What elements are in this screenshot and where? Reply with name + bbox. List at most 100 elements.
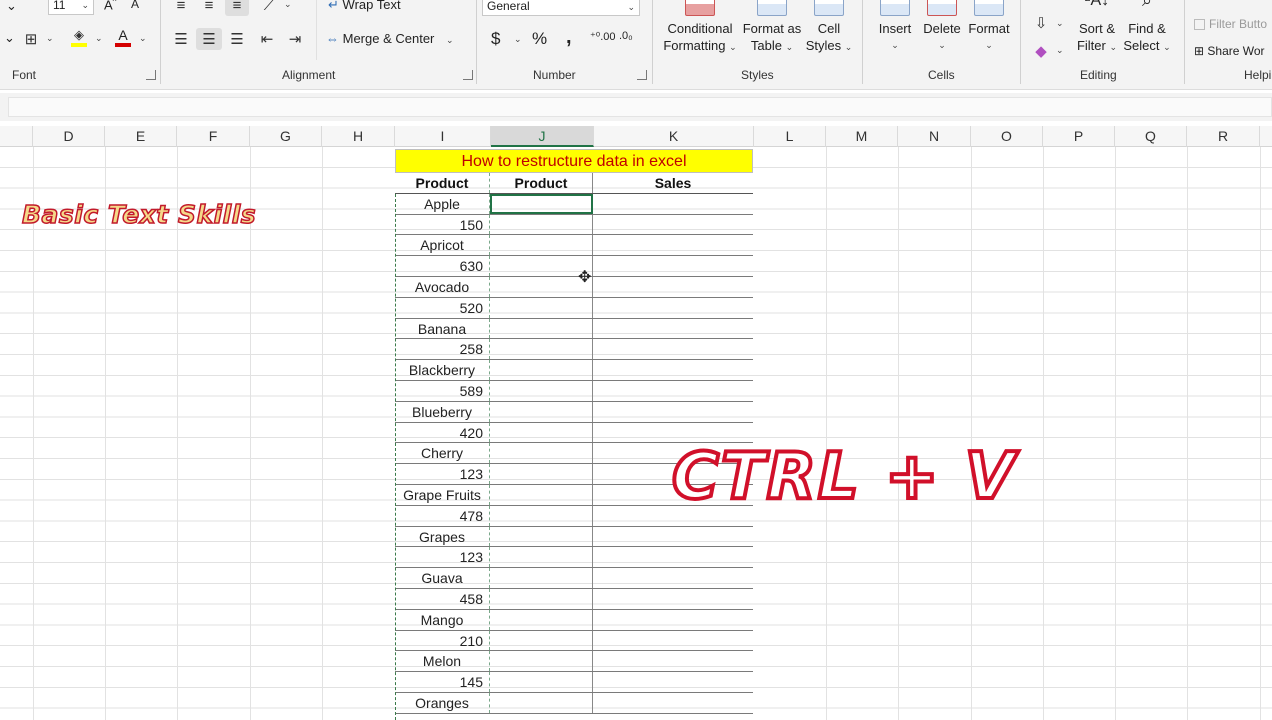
number-format-dropdown[interactable]: General ⌄ xyxy=(482,0,640,16)
product-target-cell[interactable] xyxy=(490,609,593,630)
fill-icon[interactable]: ⇩ xyxy=(1030,12,1052,34)
column-header-p[interactable]: P xyxy=(1043,126,1115,147)
sales-cell[interactable] xyxy=(593,610,753,630)
align-middle-icon[interactable]: ≡ xyxy=(198,0,220,16)
source-cell[interactable]: 589 xyxy=(395,380,490,401)
alignment-dialog-launcher-icon[interactable] xyxy=(463,70,473,80)
clear-icon[interactable]: ◆ xyxy=(1030,40,1052,62)
column-header-k[interactable]: K xyxy=(594,126,754,147)
filter-button-checkbox[interactable]: Filter Butto xyxy=(1194,17,1267,31)
currency-format-button[interactable]: $ xyxy=(491,29,500,49)
source-cell[interactable]: Oranges xyxy=(395,692,490,713)
sales-cell[interactable] xyxy=(593,693,753,713)
fill-color-icon[interactable]: ◈ xyxy=(68,26,90,48)
column-header-o[interactable]: O xyxy=(971,126,1043,147)
orientation-caret[interactable]: ⌄ xyxy=(284,0,292,10)
increase-decimal-icon[interactable]: ⁺⁰.00 xyxy=(590,30,616,43)
source-cell[interactable]: 150 xyxy=(395,214,490,235)
table-title[interactable]: How to restructure data in excel xyxy=(395,149,753,173)
source-cell[interactable]: 630 xyxy=(395,256,490,276)
italic-caret[interactable]: ⌄ xyxy=(4,30,15,46)
sales-cell[interactable] xyxy=(593,277,753,297)
product-target-cell[interactable] xyxy=(490,484,593,505)
sales-cell[interactable] xyxy=(593,298,753,318)
sales-cell[interactable] xyxy=(593,402,753,422)
source-cell[interactable]: Blackberry xyxy=(395,360,490,380)
product-target-cell[interactable] xyxy=(490,651,593,672)
source-cell[interactable]: Grape Fruits xyxy=(395,484,490,505)
product-target-cell[interactable] xyxy=(490,214,593,235)
source-cell[interactable]: Apricot xyxy=(395,235,490,256)
sales-cell[interactable] xyxy=(593,194,753,214)
product-target-cell[interactable] xyxy=(490,297,593,318)
share-workbook-button[interactable]: ⊞ Share Wor xyxy=(1194,44,1265,58)
format-cells-button[interactable]: Format ⌄ xyxy=(966,0,1012,54)
font-color-icon[interactable]: A xyxy=(112,26,134,48)
column-header-e[interactable]: E xyxy=(105,126,177,147)
comma-style-button[interactable]: , xyxy=(566,26,572,49)
product-target-cell[interactable] xyxy=(490,422,593,443)
delete-cells-button[interactable]: Delete ⌄ xyxy=(920,0,964,54)
align-left-icon[interactable]: ☰ xyxy=(170,28,192,50)
column-header-j[interactable]: J xyxy=(491,126,594,147)
column-header-f[interactable]: F xyxy=(177,126,250,147)
product-target-cell[interactable] xyxy=(490,464,593,484)
currency-caret[interactable]: ⌄ xyxy=(514,34,522,45)
sort-filter-button[interactable]: ᶻA↓ Sort & Filter ⌄ xyxy=(1072,0,1122,56)
source-cell[interactable]: Mango xyxy=(395,609,490,630)
source-cell[interactable]: Grapes xyxy=(395,526,490,547)
number-dialog-launcher-icon[interactable] xyxy=(637,70,647,80)
source-cell[interactable]: 420 xyxy=(395,422,490,443)
font-color-caret[interactable]: ⌄ xyxy=(139,33,147,44)
column-header-d[interactable]: D xyxy=(33,126,105,147)
product-target-cell[interactable] xyxy=(490,547,593,568)
merge-center-button[interactable]: ⇔ Merge & Center ⌄ xyxy=(326,31,454,46)
sales-cell[interactable] xyxy=(593,651,753,671)
decrease-indent-icon[interactable]: ⇤ xyxy=(256,28,278,50)
source-cell[interactable]: 258 xyxy=(395,339,490,360)
column-header-g[interactable]: G xyxy=(250,126,322,147)
conditional-formatting-button[interactable]: Conditional Formatting ⌄ xyxy=(662,0,738,56)
source-cell[interactable]: 123 xyxy=(395,464,490,484)
product-target-cell[interactable] xyxy=(490,339,593,360)
borders-icon[interactable]: ⊞ xyxy=(20,28,42,50)
column-header-m[interactable]: M xyxy=(826,126,898,147)
sales-cell[interactable] xyxy=(593,527,753,547)
align-bottom-icon[interactable]: ≡ xyxy=(225,0,249,16)
product-target-cell[interactable] xyxy=(490,568,593,588)
source-cell[interactable]: 520 xyxy=(395,297,490,318)
source-cell[interactable]: Melon xyxy=(395,651,490,672)
product-target-cell[interactable] xyxy=(490,318,593,339)
font-name-dropdown-caret[interactable]: ⌄ xyxy=(6,0,17,14)
product-target-cell[interactable] xyxy=(490,235,593,256)
decrease-font-icon[interactable]: A xyxy=(131,0,139,11)
formula-input[interactable] xyxy=(8,97,1272,117)
column-header-l[interactable]: L xyxy=(754,126,826,147)
clear-caret[interactable]: ⌄ xyxy=(1056,45,1064,56)
sales-cell[interactable] xyxy=(593,631,753,651)
find-select-button[interactable]: ⌕ Find & Select ⌄ xyxy=(1122,0,1172,56)
source-cell[interactable]: 123 xyxy=(395,547,490,568)
header-product-target[interactable]: Product xyxy=(490,173,593,193)
percent-format-button[interactable]: % xyxy=(532,29,547,49)
increase-font-icon[interactable]: A^ xyxy=(104,0,116,12)
product-target-cell[interactable] xyxy=(490,401,593,422)
cell-styles-button[interactable]: Cell Styles ⌄ xyxy=(804,0,854,56)
source-cell[interactable]: Banana xyxy=(395,318,490,339)
fill-color-caret[interactable]: ⌄ xyxy=(95,33,103,44)
wrap-text-button[interactable]: ↵ Wrap Text xyxy=(328,0,401,13)
column-header-n[interactable]: N xyxy=(898,126,971,147)
product-target-cell[interactable] xyxy=(490,672,593,692)
align-center-icon[interactable]: ☰ xyxy=(196,28,222,50)
selected-cell[interactable] xyxy=(490,193,593,214)
column-header-i[interactable]: I xyxy=(395,126,491,147)
column-header-partial[interactable] xyxy=(0,126,33,147)
source-cell[interactable]: 458 xyxy=(395,588,490,609)
product-target-cell[interactable] xyxy=(490,360,593,380)
product-target-cell[interactable] xyxy=(490,630,593,651)
sales-cell[interactable] xyxy=(593,672,753,692)
font-size-dropdown[interactable]: 11 ⌄ xyxy=(48,0,94,15)
source-cell[interactable]: Cherry xyxy=(395,443,490,464)
increase-indent-icon[interactable]: ⇥ xyxy=(284,28,306,50)
column-header-q[interactable]: Q xyxy=(1115,126,1187,147)
